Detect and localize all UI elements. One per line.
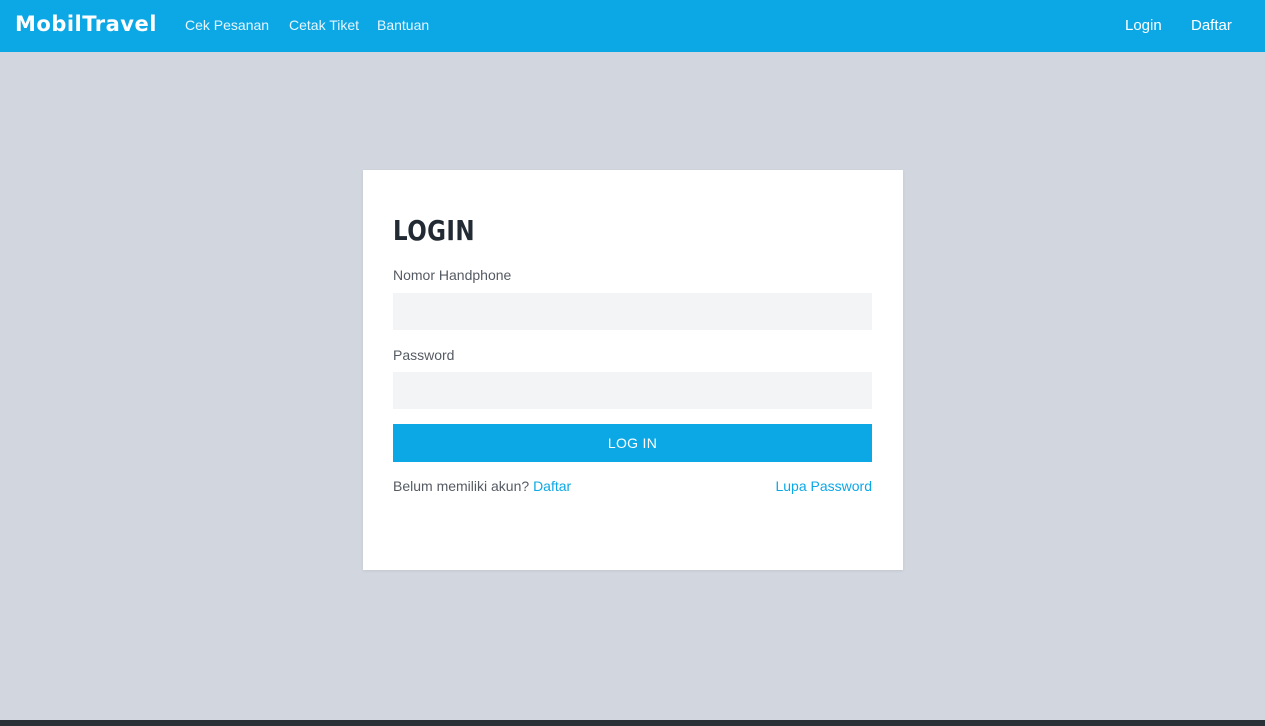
forgot-password-link[interactable]: Lupa Password [775,478,872,494]
login-card: LOGIN Nomor Handphone Password LOG IN Be… [363,170,903,570]
password-input[interactable] [393,372,872,409]
nav-cetak-tiket[interactable]: Cetak Tiket [289,17,359,33]
nav-login[interactable]: Login [1125,17,1162,34]
phone-input[interactable] [393,293,872,330]
password-label: Password [393,347,455,363]
top-navbar: MobilTravel Cek Pesanan Cetak Tiket Bant… [0,0,1265,52]
register-link[interactable]: Daftar [533,478,571,494]
login-button[interactable]: LOG IN [393,424,872,462]
footer-bar [0,720,1265,726]
no-account-text: Belum memiliki akun? [393,478,530,494]
register-prompt: Belum memiliki akun? Daftar [393,478,571,494]
nav-bantuan[interactable]: Bantuan [377,17,429,33]
brand-logo[interactable]: MobilTravel [15,12,157,36]
nav-cek-pesanan[interactable]: Cek Pesanan [185,17,269,33]
phone-label: Nomor Handphone [393,267,512,283]
page-title: LOGIN [393,214,475,247]
nav-daftar[interactable]: Daftar [1191,17,1232,34]
